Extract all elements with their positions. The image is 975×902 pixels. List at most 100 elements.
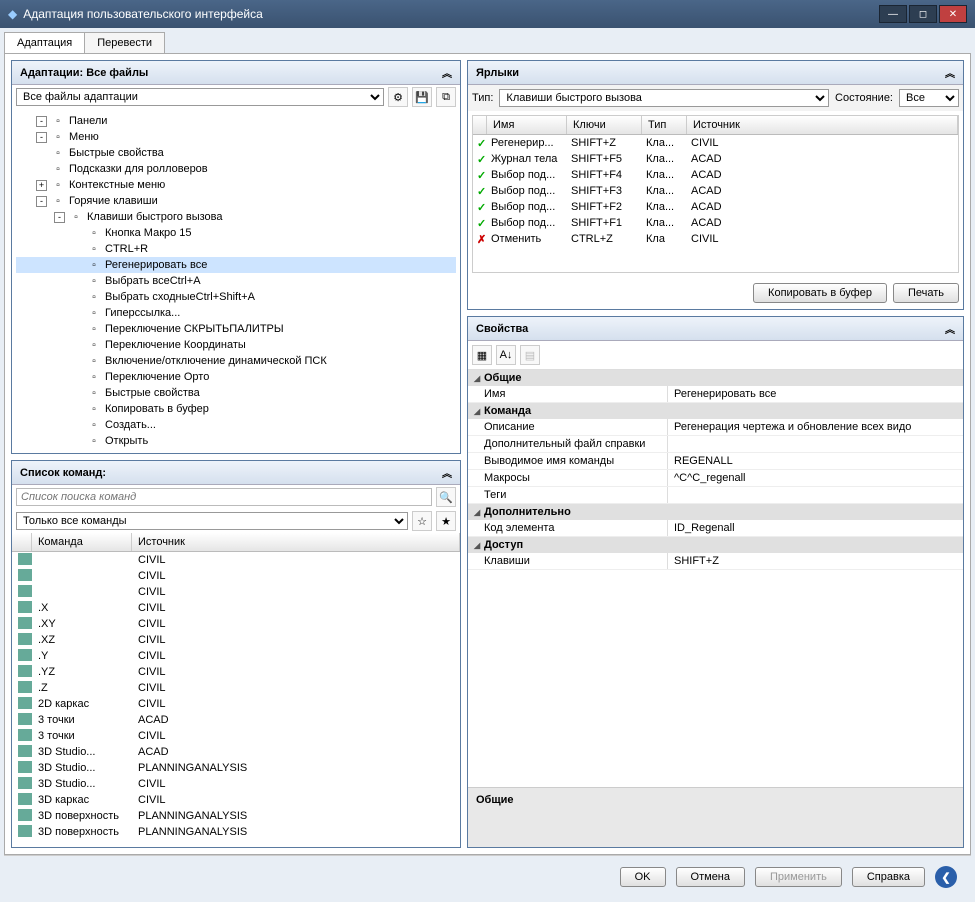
shortcut-row[interactable]: ✓Выбор под...SHIFT+F3Кла...ACAD: [473, 183, 958, 199]
property-category[interactable]: ◢Команда: [468, 403, 963, 419]
col-name[interactable]: Имя: [487, 116, 567, 134]
command-row[interactable]: 2D каркасCIVIL: [12, 696, 460, 712]
apply-button[interactable]: Применить: [755, 867, 842, 887]
ok-button[interactable]: OK: [620, 867, 666, 887]
shortcut-row[interactable]: ✗ОтменитьCTRL+ZКлаCIVIL: [473, 231, 958, 247]
load-icon[interactable]: ⚙: [388, 87, 408, 107]
command-row[interactable]: .ZCIVIL: [12, 680, 460, 696]
tree-item[interactable]: ▫Регенерировать все: [16, 257, 456, 273]
shortcut-row[interactable]: ✓Журнал телаSHIFT+F5Кла...ACAD: [473, 151, 958, 167]
shortcut-row[interactable]: ✓Выбор под...SHIFT+F1Кла...ACAD: [473, 215, 958, 231]
property-row[interactable]: Выводимое имя командыREGENALL: [468, 453, 963, 470]
command-row[interactable]: .YCIVIL: [12, 648, 460, 664]
col-keys[interactable]: Ключи: [567, 116, 642, 134]
command-row[interactable]: CIVIL: [12, 552, 460, 568]
command-row[interactable]: CIVIL: [12, 584, 460, 600]
property-value[interactable]: Регенерировать все: [668, 386, 963, 402]
property-value[interactable]: SHIFT+Z: [668, 553, 963, 569]
property-row[interactable]: КлавишиSHIFT+Z: [468, 553, 963, 570]
tree-item[interactable]: ▫CTRL+R: [16, 241, 456, 257]
expand-icon[interactable]: [72, 292, 83, 303]
copy-to-clipboard-button[interactable]: Копировать в буфер: [753, 283, 887, 303]
tree-item[interactable]: ▫Переключение СКРЫТЬПАЛИТРЫ: [16, 321, 456, 337]
collapse-icon[interactable]: ︽: [442, 65, 452, 80]
tab-translate[interactable]: Перевести: [84, 32, 165, 53]
command-row[interactable]: .XZCIVIL: [12, 632, 460, 648]
command-row[interactable]: 3D Studio...PLANNINGANALYSIS: [12, 760, 460, 776]
property-row[interactable]: Макросы^C^C_regenall: [468, 470, 963, 487]
command-row[interactable]: 3D Studio...CIVIL: [12, 776, 460, 792]
tree-item[interactable]: ▫Переключение Координаты: [16, 337, 456, 353]
command-row[interactable]: .YZCIVIL: [12, 664, 460, 680]
tree-item[interactable]: ▫Гиперссылка...: [16, 305, 456, 321]
tree-item[interactable]: ▫Выбрать сходныеCtrl+Shift+A: [16, 289, 456, 305]
shortcut-row[interactable]: ✓Выбор под...SHIFT+F2Кла...ACAD: [473, 199, 958, 215]
collapse-icon[interactable]: ︽: [442, 465, 452, 480]
command-row[interactable]: CIVIL: [12, 568, 460, 584]
col-type[interactable]: Тип: [642, 116, 687, 134]
tree-item[interactable]: +▫Контекстные меню: [16, 177, 456, 193]
tree-item[interactable]: ▫Включение/отключение динамической ПСК: [16, 353, 456, 369]
expand-icon[interactable]: [72, 340, 83, 351]
command-grid[interactable]: Команда Источник CIVILCIVILCIVIL.XCIVIL.…: [12, 533, 460, 847]
property-category[interactable]: ◢Дополнительно: [468, 504, 963, 520]
property-row[interactable]: ИмяРегенерировать все: [468, 386, 963, 403]
col-src[interactable]: Источник: [687, 116, 958, 134]
property-category[interactable]: ◢Общие: [468, 370, 963, 386]
expand-icon[interactable]: +: [36, 180, 47, 191]
expand-icon[interactable]: [72, 404, 83, 415]
collapse-icon[interactable]: ︽: [945, 321, 955, 336]
adaptation-file-select[interactable]: Все файлы адаптации: [16, 88, 384, 106]
props-pages-icon[interactable]: ▤: [520, 345, 540, 365]
expand-icon[interactable]: [72, 420, 83, 431]
property-grid[interactable]: ◢ОбщиеИмяРегенерировать все◢КомандаОписа…: [468, 370, 963, 787]
col-command[interactable]: Команда: [32, 533, 132, 551]
search-icon[interactable]: 🔍: [436, 487, 456, 507]
expand-icon[interactable]: [72, 324, 83, 335]
expand-icon[interactable]: -: [36, 132, 47, 143]
maximize-button[interactable]: ◻: [909, 5, 937, 23]
command-search-input[interactable]: [16, 488, 432, 506]
help-button[interactable]: Справка: [852, 867, 925, 887]
command-row[interactable]: 3D поверхностьPLANNINGANALYSIS: [12, 824, 460, 840]
tree-item[interactable]: -▫Панели: [16, 113, 456, 129]
shortcut-type-select[interactable]: Клавиши быстрого вызова: [499, 89, 829, 107]
help-icon[interactable]: ❮: [935, 866, 957, 888]
property-value[interactable]: ID_Regenall: [668, 520, 963, 536]
command-row[interactable]: .XCIVIL: [12, 600, 460, 616]
expand-icon[interactable]: [72, 388, 83, 399]
collapse-icon[interactable]: ︽: [945, 65, 955, 80]
shortcut-state-select[interactable]: Все: [899, 89, 959, 107]
cancel-button[interactable]: Отмена: [676, 867, 745, 887]
expand-icon[interactable]: [36, 148, 47, 159]
expand-icon[interactable]: -: [36, 196, 47, 207]
star-icon[interactable]: ★: [436, 511, 456, 531]
property-value[interactable]: [668, 487, 963, 503]
expand-icon[interactable]: [72, 276, 83, 287]
property-row[interactable]: Код элементаID_Regenall: [468, 520, 963, 537]
expand-icon[interactable]: -: [36, 116, 47, 127]
command-row[interactable]: 3D каркасCIVIL: [12, 792, 460, 808]
adaptation-tree[interactable]: -▫Панели-▫Меню▫Быстрые свойства▫Подсказк…: [12, 109, 460, 453]
tree-item[interactable]: ▫Открыть: [16, 433, 456, 449]
expand-icon[interactable]: [72, 356, 83, 367]
property-value[interactable]: REGENALL: [668, 453, 963, 469]
expand-icon[interactable]: -: [54, 212, 65, 223]
command-row[interactable]: 3 точкиCIVIL: [12, 728, 460, 744]
save-icon[interactable]: 💾: [412, 87, 432, 107]
star-new-icon[interactable]: ☆: [412, 511, 432, 531]
close-button[interactable]: ✕: [939, 5, 967, 23]
command-filter-select[interactable]: Только все команды: [16, 512, 408, 530]
tree-item[interactable]: -▫Меню: [16, 129, 456, 145]
alphabetical-icon[interactable]: A↓: [496, 345, 516, 365]
categorized-icon[interactable]: ▦: [472, 345, 492, 365]
expand-icon[interactable]: [72, 228, 83, 239]
tab-adaptation[interactable]: Адаптация: [4, 32, 85, 53]
shortcut-row[interactable]: ✓Выбор под...SHIFT+F4Кла...ACAD: [473, 167, 958, 183]
expand-icon[interactable]: [72, 244, 83, 255]
tree-item[interactable]: ▫Создать...: [16, 417, 456, 433]
expand-icon[interactable]: [72, 372, 83, 383]
expand-icon[interactable]: [36, 164, 47, 175]
command-row[interactable]: 3 точкиACAD: [12, 712, 460, 728]
tree-item[interactable]: ▫Выбрать всеCtrl+A: [16, 273, 456, 289]
